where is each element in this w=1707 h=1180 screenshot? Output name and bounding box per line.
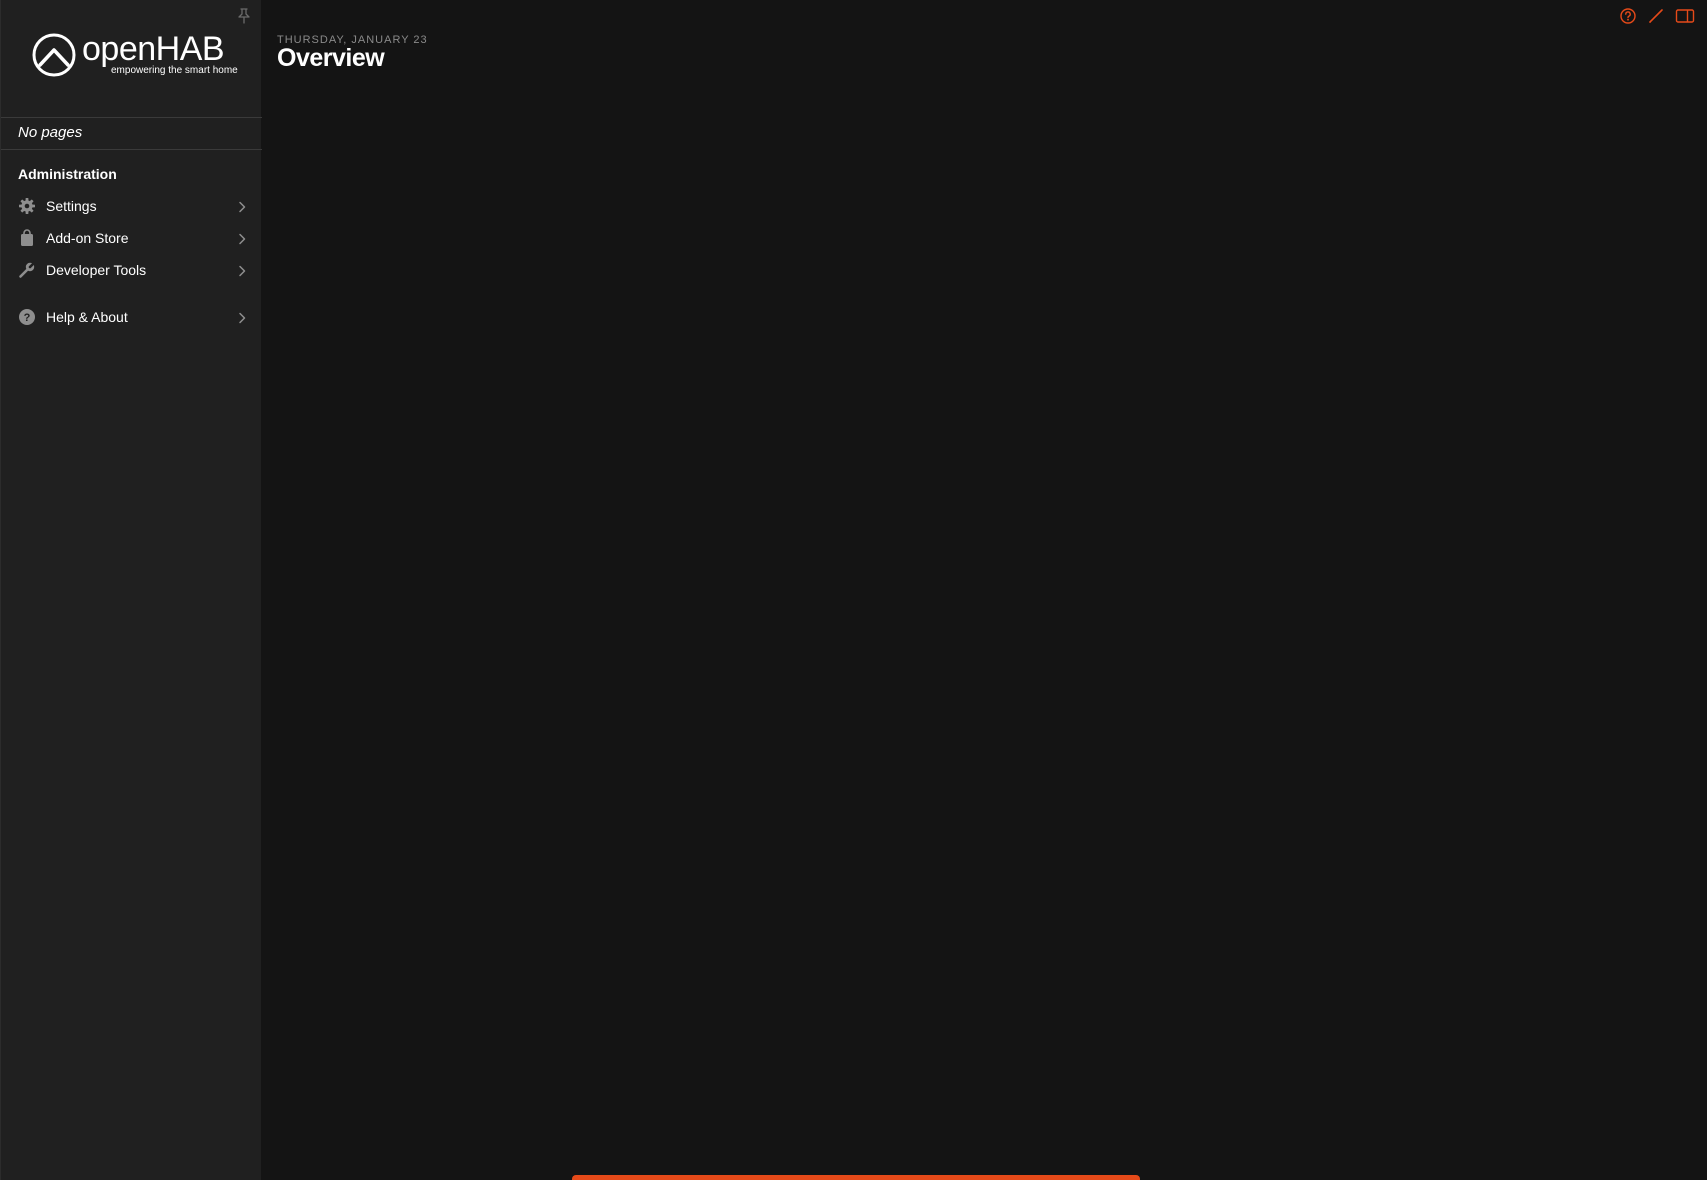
- help-icon[interactable]: [1619, 7, 1637, 25]
- svg-text:?: ?: [24, 312, 31, 324]
- sidebar-item-settings[interactable]: Settings: [1, 190, 262, 222]
- sidebar: openHAB empowering the smart home No pag…: [0, 0, 262, 1180]
- administration-section-title: Administration: [18, 166, 117, 182]
- wrench-icon: [18, 261, 36, 279]
- help-circle-icon: ?: [18, 308, 36, 326]
- openhab-logo-icon: [31, 32, 77, 78]
- sidebar-item-help-about[interactable]: ? Help & About: [1, 301, 262, 333]
- bottom-toast-bar[interactable]: [572, 1175, 1140, 1180]
- chevron-right-icon: [238, 232, 246, 245]
- sidebar-item-addon-store[interactable]: Add-on Store: [1, 222, 262, 254]
- openhab-logo[interactable]: openHAB empowering the smart home: [31, 30, 238, 80]
- sidebar-item-label: Developer Tools: [46, 262, 147, 278]
- chevron-right-icon: [238, 200, 246, 213]
- chevron-right-icon: [238, 311, 246, 324]
- sidebar-divider: [1, 117, 262, 118]
- pin-icon[interactable]: [237, 8, 251, 24]
- sidebar-item-developer-tools[interactable]: Developer Tools: [1, 254, 262, 286]
- sidebar-divider: [1, 149, 262, 150]
- bag-icon: [18, 229, 36, 247]
- sidebar-toggle-icon[interactable]: [1675, 7, 1695, 25]
- gear-icon: [18, 197, 36, 215]
- sidebar-item-label: Help & About: [46, 309, 128, 325]
- no-pages-text: No pages: [18, 124, 83, 141]
- page-title: Overview: [277, 44, 385, 72]
- logo-text: openHAB: [82, 30, 225, 68]
- logo-tagline: empowering the smart home: [111, 65, 238, 76]
- edit-pencil-icon[interactable]: [1647, 7, 1665, 25]
- chevron-right-icon: [238, 264, 246, 277]
- sidebar-item-label: Add-on Store: [46, 230, 129, 246]
- sidebar-item-label: Settings: [46, 198, 97, 214]
